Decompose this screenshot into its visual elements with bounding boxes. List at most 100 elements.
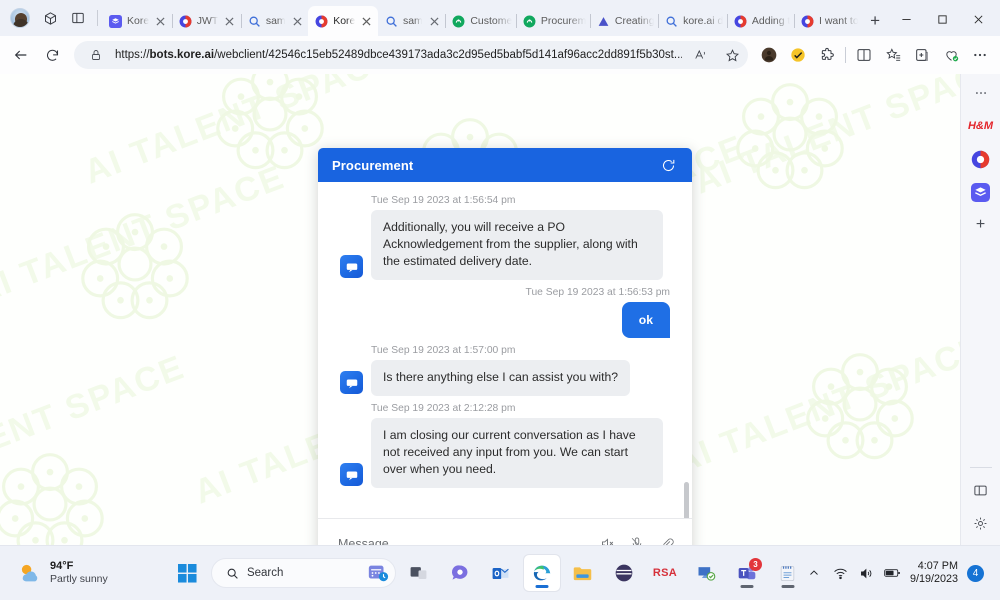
browser-tab-7[interactable]: Creating bbox=[590, 6, 660, 36]
add-site-icon[interactable]: + bbox=[966, 210, 996, 240]
browser-tab-3-active[interactable]: Kore bbox=[308, 6, 378, 36]
sidebar-settings-icon[interactable] bbox=[966, 508, 996, 538]
profile-avatar-icon[interactable] bbox=[10, 8, 30, 28]
chat-message-list[interactable]: Tue Sep 19 2023 at 1:56:54 pm Additional… bbox=[318, 182, 692, 518]
tab-close-icon[interactable] bbox=[427, 14, 441, 28]
rsa-securid-icon[interactable]: RSA bbox=[647, 555, 683, 591]
split-screen-icon[interactable] bbox=[850, 40, 878, 70]
profile-avatar-icon[interactable] bbox=[755, 40, 783, 70]
sidebar-panel-icon[interactable] bbox=[966, 475, 996, 505]
message-timestamp: Tue Sep 19 2023 at 1:57:00 pm bbox=[371, 345, 516, 356]
wifi-icon[interactable] bbox=[832, 565, 849, 582]
svg-text:AI TALENT SPACE: AI TALENT SPACE bbox=[669, 328, 960, 481]
extensions-icon[interactable] bbox=[813, 40, 841, 70]
message-timestamp: Tue Sep 19 2023 at 1:56:54 pm bbox=[371, 195, 516, 206]
more-options-icon[interactable] bbox=[966, 78, 996, 108]
search-icon bbox=[248, 15, 261, 28]
tab-close-icon[interactable] bbox=[360, 14, 374, 28]
maximize-button[interactable] bbox=[924, 6, 960, 32]
kore-stack-icon bbox=[109, 14, 122, 28]
tab-label: Creating bbox=[614, 15, 655, 27]
taskview-icon[interactable] bbox=[401, 555, 437, 591]
outlook-icon[interactable] bbox=[483, 555, 519, 591]
kore-stack-icon[interactable] bbox=[966, 177, 996, 207]
browser-tab-8[interactable]: kore.ai d bbox=[658, 6, 728, 36]
settings-more-icon[interactable] bbox=[966, 40, 994, 70]
attachment-icon[interactable] bbox=[658, 535, 676, 545]
tab-close-icon[interactable] bbox=[290, 14, 304, 28]
rsa-check-icon[interactable] bbox=[784, 40, 812, 70]
new-tab-button[interactable]: + bbox=[862, 8, 888, 34]
tab-label: kore.ai d bbox=[683, 15, 723, 27]
back-button[interactable] bbox=[6, 40, 36, 70]
browser-tab-2[interactable]: sam bbox=[241, 6, 310, 36]
window-controls bbox=[888, 6, 996, 32]
edge-icon[interactable] bbox=[523, 555, 560, 591]
taskbar-search[interactable]: Search bbox=[210, 558, 396, 588]
tab-label: JWT bbox=[196, 15, 218, 27]
tab-label: I want to bbox=[818, 15, 859, 27]
workspaces-icon[interactable] bbox=[37, 5, 63, 31]
notification-badge[interactable]: 4 bbox=[967, 564, 984, 582]
chevron-up-icon[interactable] bbox=[806, 565, 823, 582]
weather-condition: Partly sunny bbox=[50, 573, 108, 585]
hm-shopping-icon[interactable]: H&M bbox=[966, 111, 996, 141]
tab-label: Kore bbox=[127, 15, 149, 27]
message-text: I am closing our current conversation as… bbox=[371, 418, 663, 488]
refresh-button[interactable] bbox=[37, 40, 67, 70]
tab-list: Kore JWT sam Kore sam Custome Procurem C… bbox=[102, 6, 888, 36]
zoom-app-icon[interactable] bbox=[606, 555, 642, 591]
notepad-icon[interactable] bbox=[770, 555, 806, 591]
tab-strip: Kore JWT sam Kore sam Custome Procurem C… bbox=[0, 0, 1000, 36]
browser-tab-5[interactable]: Custome bbox=[445, 6, 517, 36]
chat-widget: Procurement Tue Sep 19 2023 at 1:56:54 p… bbox=[318, 148, 692, 545]
minimize-button[interactable] bbox=[888, 6, 924, 32]
clock-time: 4:07 PM bbox=[917, 560, 958, 572]
lock-icon[interactable] bbox=[84, 43, 108, 67]
weather-widget[interactable]: 94°F Partly sunny bbox=[8, 560, 170, 586]
clock-date: 9/19/2023 bbox=[909, 573, 958, 585]
chat-teams-icon[interactable] bbox=[442, 555, 478, 591]
tab-actions-icon[interactable] bbox=[65, 5, 91, 31]
tab-label: sam bbox=[265, 15, 286, 27]
url-input[interactable]: https://bots.kore.ai/webclient/42546c15e… bbox=[74, 41, 748, 69]
tabstrip-left-controls bbox=[4, 5, 102, 36]
browser-tab-4[interactable]: sam bbox=[378, 6, 447, 36]
taskbar-clock[interactable]: 4:07 PM 9/19/2023 bbox=[910, 560, 958, 586]
tab-close-icon[interactable] bbox=[223, 14, 237, 28]
browser-tab-6[interactable]: Procurem bbox=[516, 6, 591, 36]
green-circle-icon bbox=[452, 15, 465, 28]
close-button[interactable] bbox=[960, 6, 996, 32]
microphone-off-icon[interactable] bbox=[628, 535, 646, 545]
message-input-bar[interactable]: Message... bbox=[318, 518, 692, 545]
speaker-mute-icon[interactable] bbox=[598, 535, 616, 545]
read-aloud-icon[interactable] bbox=[689, 43, 713, 67]
edge-sidebar: H&M + bbox=[960, 74, 1000, 545]
tab-close-icon[interactable] bbox=[154, 14, 168, 28]
message-timestamp: Tue Sep 19 2023 at 2:12:28 pm bbox=[371, 403, 516, 414]
message-input[interactable]: Message... bbox=[338, 537, 586, 546]
search-icon bbox=[385, 15, 398, 28]
file-explorer-icon[interactable] bbox=[565, 555, 601, 591]
speaker-icon[interactable] bbox=[858, 565, 875, 582]
triangle-icon bbox=[597, 15, 610, 28]
chat-scrollbar-thumb[interactable] bbox=[684, 482, 689, 518]
kore-circle-icon[interactable] bbox=[966, 144, 996, 174]
bot-avatar-icon bbox=[340, 463, 363, 486]
favorite-star-icon[interactable] bbox=[720, 43, 744, 67]
windows-start-button[interactable] bbox=[170, 555, 206, 591]
browser-tab-9[interactable]: Adding t bbox=[727, 6, 795, 36]
battery-icon[interactable] bbox=[884, 565, 901, 582]
tab-label: sam bbox=[402, 15, 423, 27]
browser-essentials-icon[interactable] bbox=[937, 40, 965, 70]
teams-icon[interactable]: 3 bbox=[729, 555, 765, 591]
browser-tab-10[interactable]: I want to bbox=[794, 6, 862, 36]
chat-message-bot: I am closing our current conversation as… bbox=[340, 418, 670, 488]
browser-tab-1[interactable]: JWT bbox=[172, 6, 242, 36]
refresh-icon[interactable] bbox=[658, 155, 678, 175]
remote-desktop-icon[interactable] bbox=[688, 555, 724, 591]
collections-icon[interactable] bbox=[908, 40, 936, 70]
browser-tab-0[interactable]: Kore bbox=[102, 6, 173, 36]
partly-sunny-icon bbox=[21, 564, 38, 581]
favorites-icon[interactable] bbox=[879, 40, 907, 70]
